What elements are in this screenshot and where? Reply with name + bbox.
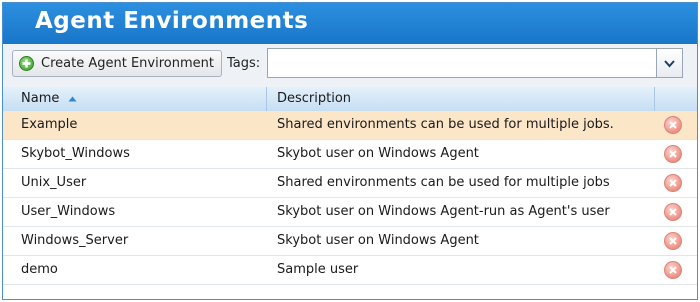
toolbar: Create Agent Environment Tags: <box>3 44 697 88</box>
row-name: Example <box>21 117 78 132</box>
row-description: Skybot user on Windows Agent <box>277 146 479 161</box>
table-row[interactable]: demo Sample user <box>3 256 697 285</box>
delete-icon[interactable] <box>664 203 682 221</box>
table-row[interactable]: Example Shared environments can be used … <box>3 111 697 140</box>
row-name: User_Windows <box>21 204 116 219</box>
chevron-down-icon <box>664 60 675 68</box>
column-header-description-label: Description <box>277 91 352 106</box>
table-row[interactable]: User_Windows Skybot user on Windows Agen… <box>3 198 697 227</box>
row-description: Skybot user on Windows Agent <box>277 233 479 248</box>
tags-dropdown-button[interactable] <box>657 48 683 78</box>
page-title: Agent Environments <box>35 8 309 34</box>
column-header-actions <box>655 87 697 111</box>
agent-environments-panel: Agent Environments Create Agent Environm… <box>2 2 698 300</box>
column-header-name-label: Name <box>21 91 60 106</box>
tags-label: Tags: <box>227 56 261 71</box>
create-agent-environment-button[interactable]: Create Agent Environment <box>12 50 222 77</box>
delete-icon[interactable] <box>664 232 682 250</box>
row-description: Shared environments can be used for mult… <box>277 175 610 190</box>
tags-input[interactable] <box>267 48 657 78</box>
plus-circle-icon <box>19 56 34 71</box>
row-description: Sample user <box>277 262 359 277</box>
delete-icon[interactable] <box>664 145 682 163</box>
table-row[interactable]: Unix_User Shared environments can be use… <box>3 169 697 198</box>
table-row[interactable]: Skybot_Windows Skybot user on Windows Ag… <box>3 140 697 169</box>
grid-header: Name Description <box>3 87 697 112</box>
delete-icon[interactable] <box>664 116 682 134</box>
row-name: Skybot_Windows <box>21 146 130 161</box>
create-button-label: Create Agent Environment <box>41 56 214 71</box>
column-header-description[interactable]: Description <box>267 87 655 111</box>
table-row[interactable]: Windows_Server Skybot user on Windows Ag… <box>3 227 697 256</box>
column-header-name[interactable]: Name <box>3 87 267 111</box>
title-bar: Agent Environments <box>3 3 697 44</box>
sort-ascending-icon <box>68 96 76 101</box>
delete-icon[interactable] <box>664 174 682 192</box>
row-description: Skybot user on Windows Agent-run as Agen… <box>277 204 610 219</box>
row-description: Shared environments can be used for mult… <box>277 117 614 132</box>
row-name: Unix_User <box>21 175 87 190</box>
row-name: Windows_Server <box>21 233 129 248</box>
delete-icon[interactable] <box>664 261 682 279</box>
row-name: demo <box>21 262 58 277</box>
